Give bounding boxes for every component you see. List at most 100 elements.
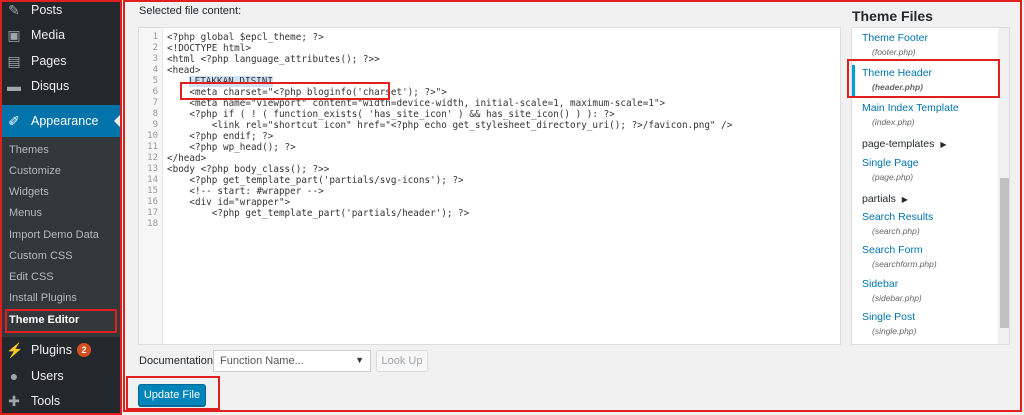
line-number: 11	[147, 142, 158, 152]
code-line[interactable]: <link rel="shortcut icon" href="<?php ec…	[167, 120, 733, 131]
file-name: (single.php)	[872, 326, 917, 336]
look-up-button[interactable]: Look Up	[376, 350, 428, 372]
scrollbar-thumb[interactable]	[1000, 178, 1009, 328]
file-name: (header.php)	[872, 82, 924, 92]
line-number-gutter: 1 2 3 4 5 6 7 8 9 10 11 12 13 14 15 16 17 18	[139, 28, 163, 344]
file-name: (search.php)	[872, 226, 920, 236]
file-name: (sidebar.php)	[872, 293, 922, 303]
code-line[interactable]: <head>	[167, 65, 201, 76]
theme-files-list: Theme Footer (footer.php) Theme Header (…	[851, 27, 1010, 345]
menu-item-disqus[interactable]: ▬ Disqus	[0, 73, 122, 99]
line-number: 18	[147, 219, 158, 229]
code-line[interactable]: <?php global $epcl_theme; ?>	[167, 32, 324, 43]
file-link-search-form[interactable]: Search Form	[862, 244, 923, 256]
brush-icon: ✐	[8, 113, 20, 129]
submenu-item-theme-editor[interactable]: Theme Editor	[9, 314, 79, 326]
code-line[interactable]: <?php get_template_part('partials/svg-ic…	[167, 175, 463, 186]
line-number: 8	[152, 109, 158, 119]
code-line[interactable]: <meta charset="<?php bloginfo('charset')…	[167, 87, 447, 98]
plugin-icon: ⚡	[6, 342, 24, 358]
file-link-sidebar[interactable]: Sidebar	[862, 278, 898, 290]
admin-sidebar: ✎ Posts ▣ Media ▤ Pages ▬ Disqus ✐ Appea…	[0, 0, 122, 415]
update-count-badge: 2	[77, 343, 91, 357]
code-line[interactable]: <meta name="viewport" content="width=dev…	[167, 98, 665, 109]
line-number: 12	[147, 153, 158, 163]
code-line[interactable]: <html <?php language_attributes(); ?>>	[167, 54, 380, 65]
file-link-main-index-template[interactable]: Main Index Template	[862, 102, 959, 114]
file-link-single-post[interactable]: Single Post	[862, 311, 915, 323]
folder-page-templates[interactable]: page-templates ▶	[862, 138, 946, 150]
code-editor[interactable]: 1 2 3 4 5 6 7 8 9 10 11 12 13 14 15 16 17 18 <?php global…	[138, 27, 841, 345]
line-number: 10	[147, 131, 158, 141]
menu-item-label: Users	[31, 369, 64, 383]
menu-item-label: Appearance	[31, 114, 99, 128]
file-link-single-page[interactable]: Single Page	[862, 157, 919, 169]
file-link-theme-footer[interactable]: Theme Footer	[862, 32, 928, 44]
documentation-label: Documentation:	[139, 355, 217, 367]
submenu-item-themes[interactable]: Themes	[9, 144, 49, 156]
file-name: (searchform.php)	[872, 259, 937, 269]
line-number: 4	[152, 65, 158, 75]
line-number: 3	[152, 54, 158, 64]
line-number: 7	[152, 98, 158, 108]
code-line[interactable]: <!DOCTYPE html>	[167, 43, 251, 54]
submenu-item-custom-css[interactable]: Custom CSS	[9, 250, 73, 262]
line-number: 2	[152, 43, 158, 53]
submenu-item-edit-css[interactable]: Edit CSS	[9, 271, 54, 283]
code-line[interactable]: <?php wp_head(); ?>	[167, 142, 295, 153]
submenu-item-import-demo-data[interactable]: Import Demo Data	[9, 229, 99, 241]
caret-right-icon: ▶	[940, 140, 947, 149]
code-line[interactable]: <!-- start: #wrapper -->	[167, 186, 323, 197]
code-line[interactable]: <?php get_template_part('partials/header…	[167, 208, 469, 219]
submenu-item-customize[interactable]: Customize	[9, 165, 61, 177]
wrench-icon: ✚	[8, 393, 20, 409]
line-number: 13	[147, 164, 158, 174]
file-link-search-results[interactable]: Search Results	[862, 211, 933, 223]
menu-item-tools[interactable]: ✚ Tools	[0, 388, 122, 414]
line-number: 9	[152, 120, 158, 130]
line-number: 17	[147, 208, 158, 218]
file-link-theme-header[interactable]: Theme Header	[862, 67, 932, 79]
menu-item-media[interactable]: ▣ Media	[0, 22, 122, 48]
active-indicator-arrow	[114, 113, 122, 129]
menu-item-label: Media	[31, 28, 66, 42]
menu-item-label: Plugins	[31, 343, 72, 357]
file-name: (page.php)	[872, 172, 914, 182]
comment-icon: ▬	[7, 78, 21, 94]
line-number: 6	[152, 87, 158, 97]
page-icon: ▤	[7, 53, 21, 69]
folder-label: page-templates	[862, 138, 935, 150]
code-line[interactable]: <body <?php body_class(); ?>>	[167, 164, 329, 175]
menu-item-appearance[interactable]: ✐ Appearance	[0, 105, 122, 137]
user-icon: ●	[9, 368, 19, 384]
menu-item-label: Posts	[31, 3, 63, 17]
code-line[interactable]: </head>	[167, 153, 206, 164]
selected-file-label: Selected file content:	[139, 5, 242, 17]
code-line[interactable]: <div id="wrapper">	[167, 197, 290, 208]
line-number: 1	[152, 32, 158, 42]
line-number: 15	[147, 186, 158, 196]
folder-partials[interactable]: partials ▶	[862, 193, 908, 205]
caret-right-icon: ▶	[901, 195, 908, 204]
submenu-item-widgets[interactable]: Widgets	[9, 186, 49, 198]
update-file-button[interactable]: Update File	[138, 384, 206, 406]
code-line[interactable]: LETAKKAN DISINI	[189, 76, 273, 87]
code-line[interactable]: <?php endif; ?>	[167, 131, 273, 142]
menu-item-plugins[interactable]: ⚡ Plugins 2	[0, 337, 122, 363]
chevron-down-icon: ▼	[355, 355, 364, 365]
folder-label: partials	[862, 193, 896, 205]
submenu-item-install-plugins[interactable]: Install Plugins	[9, 292, 77, 304]
menu-item-label: Disqus	[31, 79, 70, 93]
code-line[interactable]: <?php if ( ! ( function_exists( 'has_sit…	[167, 109, 614, 120]
menu-item-label: Tools	[31, 394, 61, 408]
pin-icon: ✎	[8, 2, 20, 18]
theme-files-title: Theme Files	[852, 8, 933, 24]
function-name-select[interactable]: Function Name... ▼	[213, 350, 371, 372]
file-name: (footer.php)	[872, 47, 916, 57]
media-icon: ▣	[7, 27, 21, 43]
submenu-item-menus[interactable]: Menus	[9, 207, 42, 219]
menu-item-posts[interactable]: ✎ Posts	[0, 0, 122, 23]
menu-item-pages[interactable]: ▤ Pages	[0, 48, 122, 74]
menu-item-users[interactable]: ● Users	[0, 363, 122, 389]
select-value: Function Name...	[220, 355, 304, 367]
